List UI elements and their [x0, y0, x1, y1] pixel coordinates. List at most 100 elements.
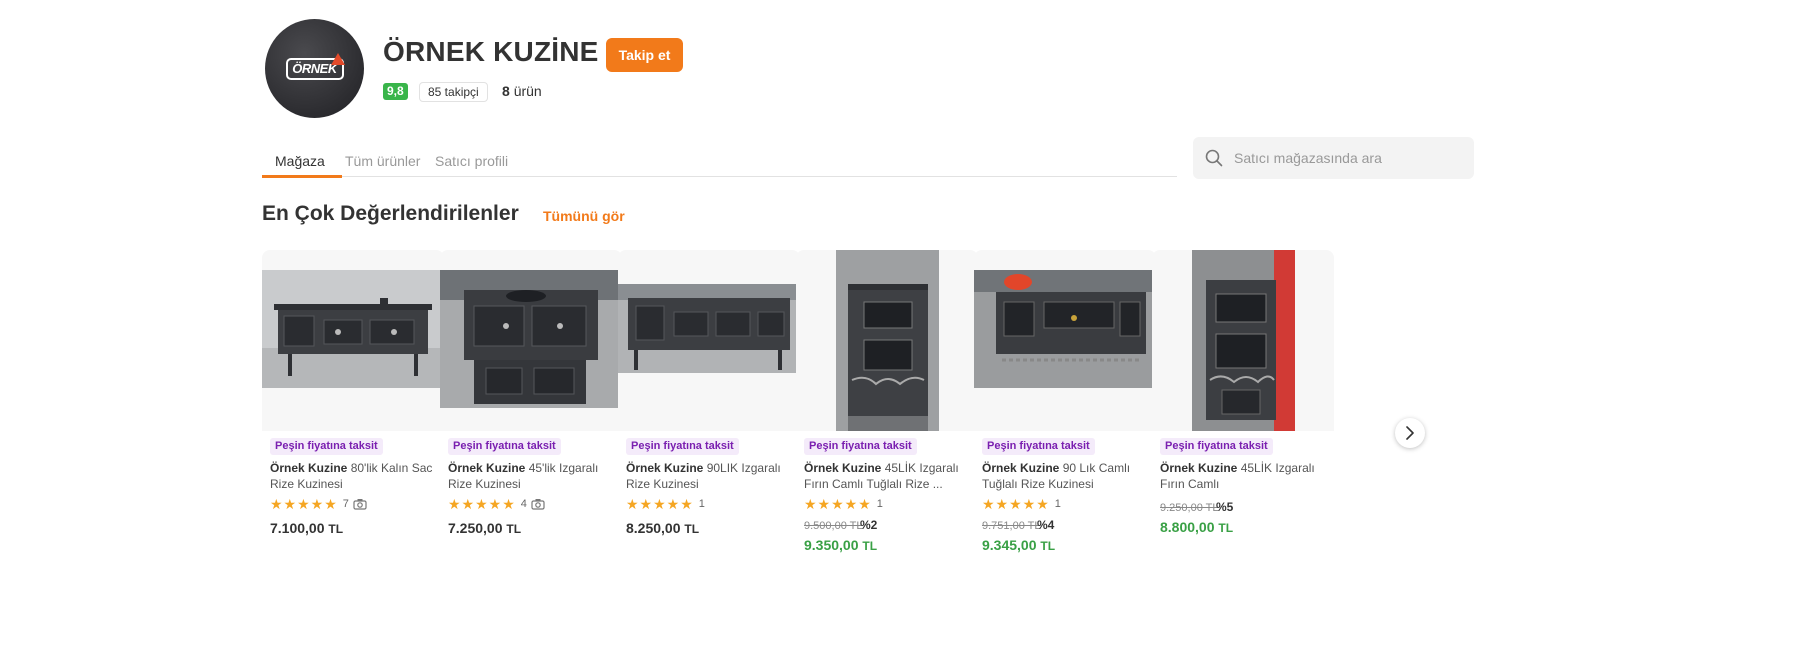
product-rating: ★★★★★ 1: [626, 496, 705, 512]
product-brand: Örnek Kuzine: [448, 461, 526, 475]
installment-badge: Peşin fiyatına taksit: [448, 438, 561, 455]
product-image[interactable]: [974, 270, 1156, 388]
installment-badge: Peşin fiyatına taksit: [804, 438, 917, 455]
discount-rate: %5: [1216, 500, 1234, 514]
product-price: 7.250,00 TL: [448, 520, 521, 536]
product-image-area: [796, 250, 978, 431]
rating-count: 4: [520, 498, 527, 510]
carousel-next-button[interactable]: [1395, 418, 1425, 448]
product-image[interactable]: [836, 250, 939, 431]
product-card[interactable]: Peşin fiyatına taksit Örnek Kuzine 45LİK…: [796, 250, 978, 560]
rating-stars: ★★★★★: [448, 495, 516, 512]
product-image[interactable]: [1192, 250, 1295, 431]
section-title: En Çok Değerlendirilenler: [262, 202, 519, 225]
product-card[interactable]: Peşin fiyatına taksit Örnek Kuzine 45LİK…: [1152, 250, 1334, 560]
product-rating: ★★★★★ 1: [982, 496, 1061, 512]
discount-rate: %4: [1037, 518, 1055, 532]
product-count-number: 8: [502, 83, 510, 99]
old-price: 9.500,00 TL: [804, 520, 863, 532]
price-value: 9.350,00: [804, 537, 859, 553]
product-title[interactable]: Örnek Kuzine 90LIK Izgaralı Rize Kuzines…: [626, 460, 798, 492]
product-carousel: Peşin fiyatına taksit Örnek Kuzine 80'li…: [262, 250, 1474, 570]
store-name: ÖRNEK KUZİNE: [383, 36, 599, 67]
product-image-area: [618, 250, 800, 431]
product-brand: Örnek Kuzine: [626, 461, 704, 475]
product-price: 8.800,00 TL: [1160, 519, 1233, 535]
logo-triangle-icon: [330, 52, 345, 65]
product-price: 9.345,00 TL: [982, 537, 1055, 553]
price-value: 8.250,00: [626, 520, 681, 536]
product-title[interactable]: Örnek Kuzine 45'lik Izgaralı Rize Kuzine…: [448, 460, 620, 492]
rating-stars: ★★★★★: [270, 495, 338, 512]
price-value: 9.345,00: [982, 537, 1037, 553]
tab-store[interactable]: Mağaza: [275, 153, 325, 169]
product-title[interactable]: Örnek Kuzine 45LİK Izgaralı Fırın Camlı …: [804, 460, 976, 492]
followers-badge: 85 takipçi: [419, 82, 488, 102]
product-image-area: [440, 250, 622, 431]
logo-mark: ÖRNEK: [285, 52, 345, 80]
price-currency: TL: [328, 522, 344, 536]
camera-icon: [353, 499, 367, 510]
product-brand: Örnek Kuzine: [804, 461, 882, 475]
rating-count: 1: [1054, 498, 1061, 510]
product-brand: Örnek Kuzine: [270, 461, 348, 475]
product-card[interactable]: Peşin fiyatına taksit Örnek Kuzine 45'li…: [440, 250, 622, 560]
product-title[interactable]: Örnek Kuzine 80'lik Kalın Sac Rize Kuzin…: [270, 460, 442, 492]
product-brand: Örnek Kuzine: [982, 461, 1060, 475]
store-page: ÖRNEK ÖRNEK KUZİNE Takip et 9,8 85 takip…: [262, 0, 1474, 668]
rating-stars: ★★★★★: [804, 495, 872, 512]
product-rating: ★★★★★ 4: [448, 496, 545, 512]
price-currency: TL: [1040, 539, 1056, 553]
price-currency: TL: [684, 522, 700, 536]
product-price: 8.250,00 TL: [626, 520, 699, 536]
price-currency: TL: [1218, 521, 1234, 535]
product-count: 8 ürün: [502, 83, 542, 99]
rating-count: 1: [876, 498, 883, 510]
product-rating: ★★★★★ 1: [804, 496, 883, 512]
chevron-right-icon: [1406, 426, 1414, 440]
rating-stars: ★★★★★: [982, 495, 1050, 512]
product-image[interactable]: [262, 270, 444, 388]
search-icon: [1205, 149, 1223, 167]
rating-stars: ★★★★★: [626, 495, 694, 512]
product-count-label: ürün: [513, 83, 542, 99]
old-price: 9.250,00 TL: [1160, 502, 1219, 514]
product-title[interactable]: Örnek Kuzine 90 Lık Camlı Tuğlalı Rize K…: [982, 460, 1154, 492]
rating-count: 7: [342, 498, 349, 510]
product-price: 7.100,00 TL: [270, 520, 343, 536]
see-all-link[interactable]: Tümünü gör: [543, 208, 625, 224]
price-value: 8.800,00: [1160, 519, 1215, 535]
store-score-badge: 9,8: [383, 83, 408, 100]
product-title[interactable]: Örnek Kuzine 45LİK Izgaralı Fırın Camlı: [1160, 460, 1332, 492]
follow-button[interactable]: Takip et: [606, 38, 683, 72]
installment-badge: Peşin fiyatına taksit: [982, 438, 1095, 455]
tab-seller-profile[interactable]: Satıcı profili: [435, 153, 508, 169]
installment-badge: Peşin fiyatına taksit: [270, 438, 383, 455]
search-input[interactable]: [1234, 137, 1464, 179]
installment-badge: Peşin fiyatına taksit: [626, 438, 739, 455]
camera-icon: [531, 499, 545, 510]
price-value: 7.100,00: [270, 520, 325, 536]
rating-count: 1: [698, 498, 705, 510]
product-image[interactable]: [618, 284, 800, 373]
product-image-area: [974, 250, 1156, 431]
price-currency: TL: [862, 539, 878, 553]
product-image-area: [1152, 250, 1334, 431]
product-image[interactable]: [440, 270, 622, 408]
product-card[interactable]: Peşin fiyatına taksit Örnek Kuzine 90 Lı…: [974, 250, 1156, 560]
product-card[interactable]: Peşin fiyatına taksit Örnek Kuzine 90LIK…: [618, 250, 800, 560]
store-logo[interactable]: ÖRNEK: [265, 19, 364, 118]
product-rating: ★★★★★ 7: [270, 496, 367, 512]
discount-rate: %2: [860, 518, 878, 532]
old-price: 9.751,00 TL: [982, 520, 1041, 532]
price-value: 7.250,00: [448, 520, 503, 536]
product-card[interactable]: Peşin fiyatına taksit Örnek Kuzine 80'li…: [262, 250, 444, 560]
tab-all-products[interactable]: Tüm ürünler: [345, 153, 420, 169]
store-tabs: Mağaza Tüm ürünler Satıcı profili: [262, 141, 1177, 178]
installment-badge: Peşin fiyatına taksit: [1160, 438, 1273, 455]
product-brand: Örnek Kuzine: [1160, 461, 1238, 475]
price-currency: TL: [506, 522, 522, 536]
product-image-area: [262, 250, 444, 431]
active-tab-indicator: [262, 175, 342, 178]
store-search: [1193, 137, 1474, 179]
